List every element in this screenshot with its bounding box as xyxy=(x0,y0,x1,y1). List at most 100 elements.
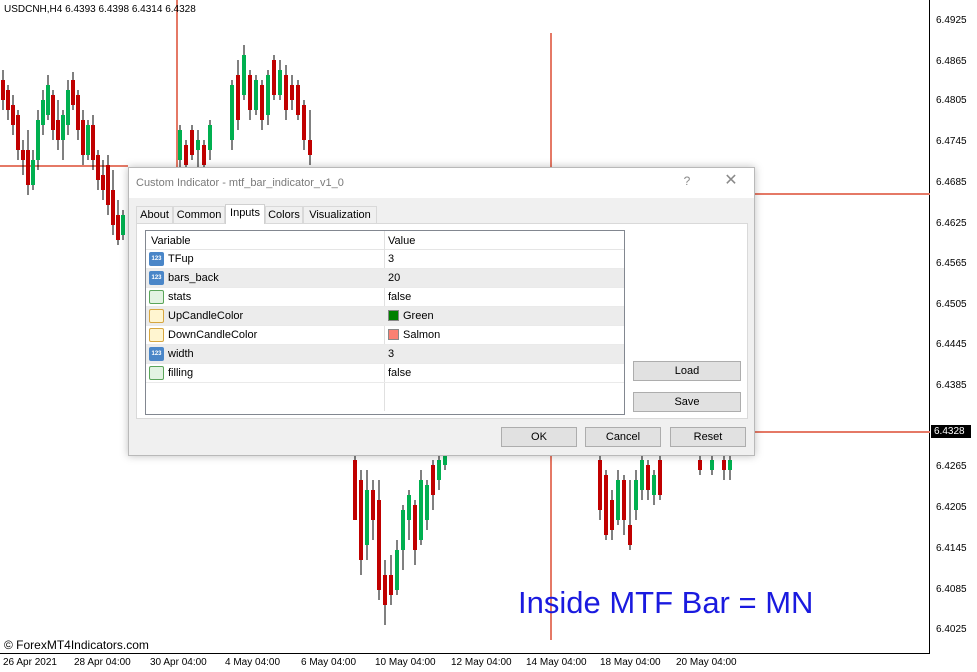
candle-body xyxy=(236,75,240,120)
candle-body xyxy=(242,55,246,95)
time-tick-label: 14 May 04:00 xyxy=(526,657,587,668)
cancel-button[interactable]: Cancel xyxy=(585,427,661,447)
candle-body xyxy=(116,215,120,240)
candle-body xyxy=(26,150,30,185)
number-icon: 123 xyxy=(149,347,164,361)
candle-body xyxy=(604,475,608,535)
candle-body xyxy=(16,115,20,150)
input-name: DownCandleColor xyxy=(168,329,258,341)
time-tick-label: 12 May 04:00 xyxy=(451,657,512,668)
candle-body xyxy=(401,510,405,550)
candle-body xyxy=(66,90,70,125)
candle-body xyxy=(377,500,381,590)
candle-body xyxy=(395,550,399,590)
candle-body xyxy=(260,85,264,120)
tab-visualization[interactable]: Visualization xyxy=(303,206,377,223)
candle-body xyxy=(36,120,40,160)
candle-body xyxy=(254,80,258,110)
dialog-title: Custom Indicator - mtf_bar_indicator_v1_… xyxy=(136,177,344,189)
candle-body xyxy=(11,105,15,125)
input-row-up-candle-color[interactable]: UpCandleColor Green xyxy=(146,307,624,326)
save-button[interactable]: Save xyxy=(633,392,741,412)
candle-body xyxy=(296,85,300,115)
candle-body xyxy=(272,60,276,95)
number-icon: 123 xyxy=(149,252,164,266)
candle-body xyxy=(106,165,110,205)
candle-body xyxy=(248,75,252,110)
tab-common[interactable]: Common xyxy=(173,206,225,223)
candle-body xyxy=(91,125,95,160)
candle-body xyxy=(101,175,105,190)
time-tick-label: 4 May 04:00 xyxy=(225,657,281,668)
price-tick-label: 6.4805 xyxy=(936,95,967,106)
input-value[interactable]: false xyxy=(388,367,411,379)
time-axis: 26 Apr 2021 28 Apr 04:00 30 Apr 04:00 4 May… xyxy=(0,654,977,672)
candle-body xyxy=(278,70,282,95)
input-row-stats[interactable]: stats false xyxy=(146,288,624,307)
price-tick-label: 6.4265 xyxy=(936,461,967,472)
inputs-grid: Variable Value 123 TFup 3 123 bars_back … xyxy=(145,230,625,415)
candle-body xyxy=(208,125,212,150)
input-row-tfup[interactable]: 123 TFup 3 xyxy=(146,250,624,269)
candle-body xyxy=(71,80,75,105)
input-row-bars-back[interactable]: 123 bars_back 20 xyxy=(146,269,624,288)
input-row-down-candle-color[interactable]: DownCandleColor Salmon xyxy=(146,326,624,345)
color-icon xyxy=(149,328,164,342)
price-tick-label: 6.4565 xyxy=(936,258,967,269)
price-tick-label: 6.4085 xyxy=(936,584,967,595)
load-button[interactable]: Load xyxy=(633,361,741,381)
input-value[interactable]: false xyxy=(388,291,411,303)
input-value[interactable]: 20 xyxy=(388,272,400,284)
candle-body xyxy=(61,115,65,140)
time-tick-label: 26 Apr 2021 xyxy=(3,657,57,668)
input-value[interactable]: Green xyxy=(403,310,434,322)
current-price-badge: 6.4328 xyxy=(931,425,971,438)
price-tick-label: 6.4205 xyxy=(936,502,967,513)
candle-body xyxy=(56,120,60,140)
candle-body xyxy=(86,125,90,155)
price-tick-label: 6.4385 xyxy=(936,380,967,391)
ok-button[interactable]: OK xyxy=(501,427,577,447)
candle-body xyxy=(111,190,115,225)
candle-body xyxy=(31,160,35,185)
input-name: bars_back xyxy=(168,272,219,284)
symbol-label: USDCNH,H4 6.4393 6.4398 6.4314 6.4328 xyxy=(4,4,196,15)
candle-body xyxy=(178,130,182,160)
input-value[interactable]: 3 xyxy=(388,348,394,360)
candle-body xyxy=(290,85,294,100)
tab-inputs[interactable]: Inputs xyxy=(225,204,265,224)
candle-body xyxy=(196,140,200,150)
input-value[interactable]: 3 xyxy=(388,253,394,265)
price-axis: 6.4925 6.4865 6.4805 6.4745 6.4685 6.4625 6.45… xyxy=(930,0,977,654)
candle-body xyxy=(658,460,662,495)
candle-body xyxy=(96,155,100,180)
time-tick-label: 20 May 04:00 xyxy=(676,657,737,668)
close-icon[interactable]: ✕ xyxy=(721,172,741,192)
candle-body xyxy=(598,460,602,510)
input-name: width xyxy=(168,348,194,360)
tab-about[interactable]: About xyxy=(136,206,173,223)
reset-button[interactable]: Reset xyxy=(670,427,746,447)
column-variable: Variable xyxy=(151,235,191,247)
candle-body xyxy=(634,480,638,510)
candle-body xyxy=(202,145,206,165)
candle-body xyxy=(425,485,429,520)
candle-body xyxy=(284,75,288,110)
candle-body xyxy=(443,455,447,465)
time-tick-label: 18 May 04:00 xyxy=(600,657,661,668)
help-button[interactable]: ? xyxy=(679,174,695,190)
input-row-filling[interactable]: filling false xyxy=(146,364,624,383)
time-tick-label: 28 Apr 04:00 xyxy=(74,657,131,668)
candle-body xyxy=(76,95,80,130)
input-name: TFup xyxy=(168,253,194,265)
time-tick-label: 6 May 04:00 xyxy=(301,657,357,668)
input-row-width[interactable]: 123 width 3 xyxy=(146,345,624,364)
candle-body xyxy=(21,150,25,160)
candle-body xyxy=(51,95,55,130)
tab-colors[interactable]: Colors xyxy=(265,206,303,223)
title-bar[interactable]: Custom Indicator - mtf_bar_indicator_v1_… xyxy=(129,168,754,198)
price-tick-label: 6.4625 xyxy=(936,218,967,229)
inputs-panel: Variable Value 123 TFup 3 123 bars_back … xyxy=(136,223,748,419)
input-value[interactable]: Salmon xyxy=(403,329,440,341)
price-tick-label: 6.4745 xyxy=(936,136,967,147)
